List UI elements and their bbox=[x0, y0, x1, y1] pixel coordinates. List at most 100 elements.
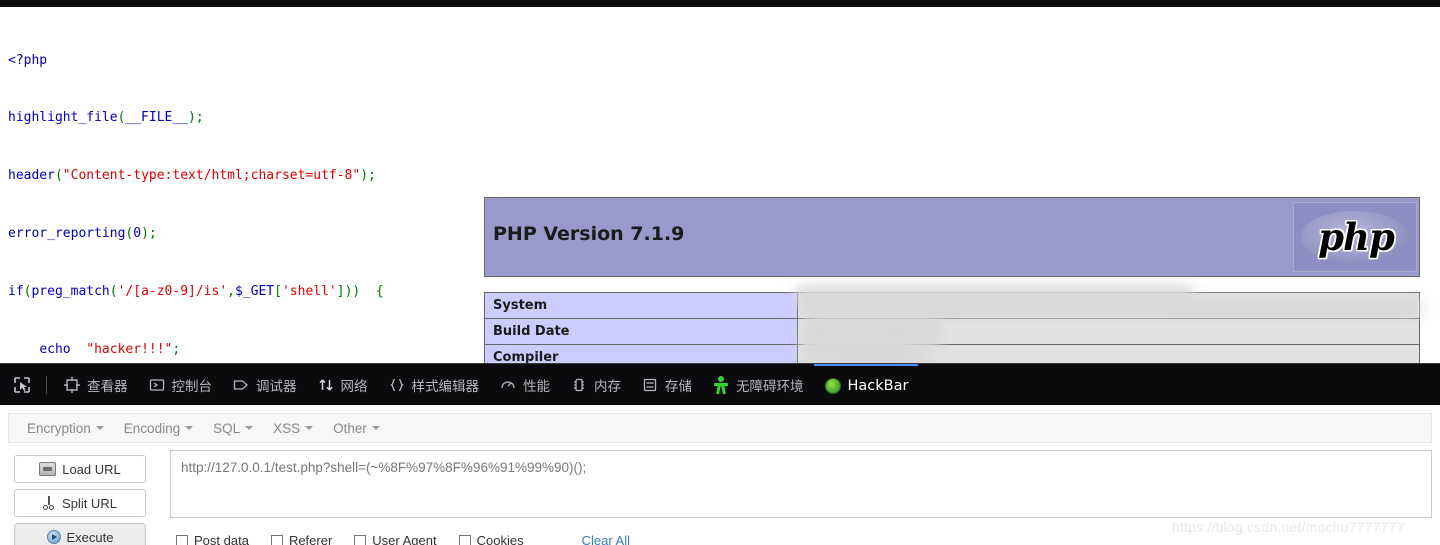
table-row: Compiler bbox=[484, 344, 1420, 363]
chevron-down-icon bbox=[305, 426, 314, 430]
tab-storage[interactable]: 存储 bbox=[631, 364, 702, 405]
style-editor-icon bbox=[388, 376, 406, 394]
code-line: header("Content-type:text/html;charset=u… bbox=[8, 168, 376, 184]
memory-icon bbox=[570, 376, 588, 394]
tab-network[interactable]: 网络 bbox=[307, 364, 378, 405]
toolbar-divider bbox=[46, 375, 47, 394]
menu-label: Other bbox=[333, 420, 367, 436]
phpinfo-key: Build Date bbox=[484, 318, 798, 345]
network-icon bbox=[317, 376, 335, 394]
inspector-icon bbox=[63, 376, 81, 394]
checkbox-post-data[interactable]: Post data bbox=[176, 533, 249, 545]
load-url-button[interactable]: Load URL bbox=[14, 455, 146, 483]
tab-label: 调试器 bbox=[256, 378, 297, 395]
button-label: Split URL bbox=[62, 495, 117, 511]
phpinfo-block: PHP Version 7.1.9 php System Build Date … bbox=[484, 197, 1422, 363]
php-logo-icon: php bbox=[1293, 202, 1417, 272]
split-url-icon bbox=[43, 495, 56, 511]
checkbox-label: Post data bbox=[194, 533, 249, 545]
code-line: echo "hacker!!!"; bbox=[39, 342, 181, 358]
storage-icon bbox=[641, 376, 659, 394]
menu-label: Encoding bbox=[123, 420, 181, 436]
php-source-listing: <?php highlight_file(__FILE__); header("… bbox=[8, 12, 384, 363]
phpinfo-value bbox=[797, 292, 1420, 319]
tab-label: 网络 bbox=[340, 378, 368, 395]
hackbar-firefox-icon bbox=[824, 377, 842, 395]
checkbox-user-agent[interactable]: User Agent bbox=[354, 533, 437, 545]
split-url-button[interactable]: Split URL bbox=[14, 489, 146, 517]
chevron-down-icon bbox=[185, 426, 194, 430]
phpinfo-header: PHP Version 7.1.9 php bbox=[484, 197, 1420, 277]
checkbox-box[interactable] bbox=[270, 534, 283, 545]
code-line: highlight_file(__FILE__); bbox=[8, 110, 204, 126]
menu-label: SQL bbox=[213, 420, 241, 436]
hackbar-button-column: Load URL Split URL Execute bbox=[14, 455, 146, 545]
tab-console[interactable]: 控制台 bbox=[138, 364, 223, 405]
tab-label: 查看器 bbox=[87, 378, 128, 395]
tab-hackbar[interactable]: HackBar bbox=[813, 364, 919, 405]
load-url-icon bbox=[39, 462, 57, 476]
console-icon bbox=[148, 376, 166, 394]
tab-label: 控制台 bbox=[171, 378, 213, 395]
php-logo-text: php bbox=[1318, 215, 1395, 259]
checkbox-box[interactable] bbox=[176, 534, 188, 545]
tab-label: 性能 bbox=[523, 378, 550, 395]
chevron-down-icon bbox=[95, 426, 104, 430]
checkbox-box[interactable] bbox=[458, 534, 471, 545]
tab-accessibility[interactable]: 无障碍环境 bbox=[702, 364, 814, 405]
menu-label: Encryption bbox=[27, 420, 91, 436]
checkbox-box[interactable] bbox=[354, 534, 367, 545]
phpinfo-key: Compiler bbox=[484, 344, 798, 363]
debugger-icon bbox=[232, 376, 250, 394]
tab-performance[interactable]: 性能 bbox=[489, 364, 560, 405]
code-line: <?php bbox=[8, 52, 48, 68]
phpinfo-value bbox=[797, 318, 1420, 345]
table-row: Build Date bbox=[484, 318, 1420, 345]
devtools-tab-strip: 查看器 控制台 调试器 网络 样式编辑器 性能 内存 存储 无障碍环境 Hack… bbox=[0, 364, 919, 405]
checkbox-label: Referer bbox=[288, 533, 333, 545]
execute-button[interactable]: Execute bbox=[14, 523, 146, 545]
tab-style-editor[interactable]: 样式编辑器 bbox=[378, 364, 490, 405]
performance-icon bbox=[499, 376, 517, 394]
menu-encoding[interactable]: Encoding bbox=[114, 419, 203, 438]
tab-label: 无障碍环境 bbox=[736, 378, 804, 395]
checkbox-label: User Agent bbox=[372, 533, 437, 545]
php-version-title: PHP Version 7.1.9 bbox=[493, 223, 685, 245]
checkbox-label: Cookies bbox=[476, 533, 524, 545]
tab-memory[interactable]: 内存 bbox=[560, 364, 631, 405]
hackbar-options-row: Post data Referer User Agent Cookies Cle… bbox=[176, 533, 630, 545]
phpinfo-value bbox=[797, 344, 1420, 363]
checkbox-cookies[interactable]: Cookies bbox=[458, 533, 524, 545]
table-row: System bbox=[484, 292, 1420, 319]
menu-label: XSS bbox=[273, 420, 301, 436]
tab-label: 内存 bbox=[594, 378, 621, 395]
menu-other[interactable]: Other bbox=[323, 419, 390, 438]
menu-sql[interactable]: SQL bbox=[203, 419, 263, 438]
chevron-down-icon bbox=[245, 426, 254, 430]
tab-inspector[interactable]: 查看器 bbox=[53, 364, 138, 405]
url-input[interactable] bbox=[170, 450, 1432, 518]
checkbox-referer[interactable]: Referer bbox=[270, 533, 333, 545]
code-line: if(preg_match('/[a-z0-9]/is',$_GET['shel… bbox=[8, 284, 384, 300]
menu-xss[interactable]: XSS bbox=[263, 419, 323, 438]
watermark-text: https://blog.csdn.net/mochu7777777 bbox=[1172, 519, 1405, 535]
browser-chrome-strip bbox=[0, 0, 1440, 7]
chevron-down-icon bbox=[371, 426, 380, 430]
tab-label: 样式编辑器 bbox=[411, 378, 480, 395]
element-picker-icon[interactable] bbox=[6, 370, 38, 400]
menu-encryption[interactable]: Encryption bbox=[17, 419, 114, 438]
clear-all-link[interactable]: Clear All bbox=[582, 533, 630, 545]
tab-debugger[interactable]: 调试器 bbox=[222, 364, 307, 405]
devtools-toolbar: 查看器 控制台 调试器 网络 样式编辑器 性能 内存 存储 无障碍环境 Hack… bbox=[0, 363, 1440, 405]
page-content: <?php highlight_file(__FILE__); header("… bbox=[0, 7, 1440, 363]
hackbar-menubar: Encryption Encoding SQL XSS Other bbox=[8, 413, 1432, 443]
screenshot-root: <?php highlight_file(__FILE__); header("… bbox=[0, 0, 1440, 545]
accessibility-icon bbox=[712, 375, 730, 394]
tab-label: HackBar bbox=[847, 377, 909, 394]
execute-icon bbox=[46, 530, 61, 544]
button-label: Execute bbox=[66, 529, 114, 545]
code-line: error_reporting(0); bbox=[8, 226, 157, 242]
phpinfo-key: System bbox=[484, 292, 798, 319]
phpinfo-table: System Build Date Compiler bbox=[484, 292, 1420, 363]
tab-label: 存储 bbox=[665, 378, 692, 395]
